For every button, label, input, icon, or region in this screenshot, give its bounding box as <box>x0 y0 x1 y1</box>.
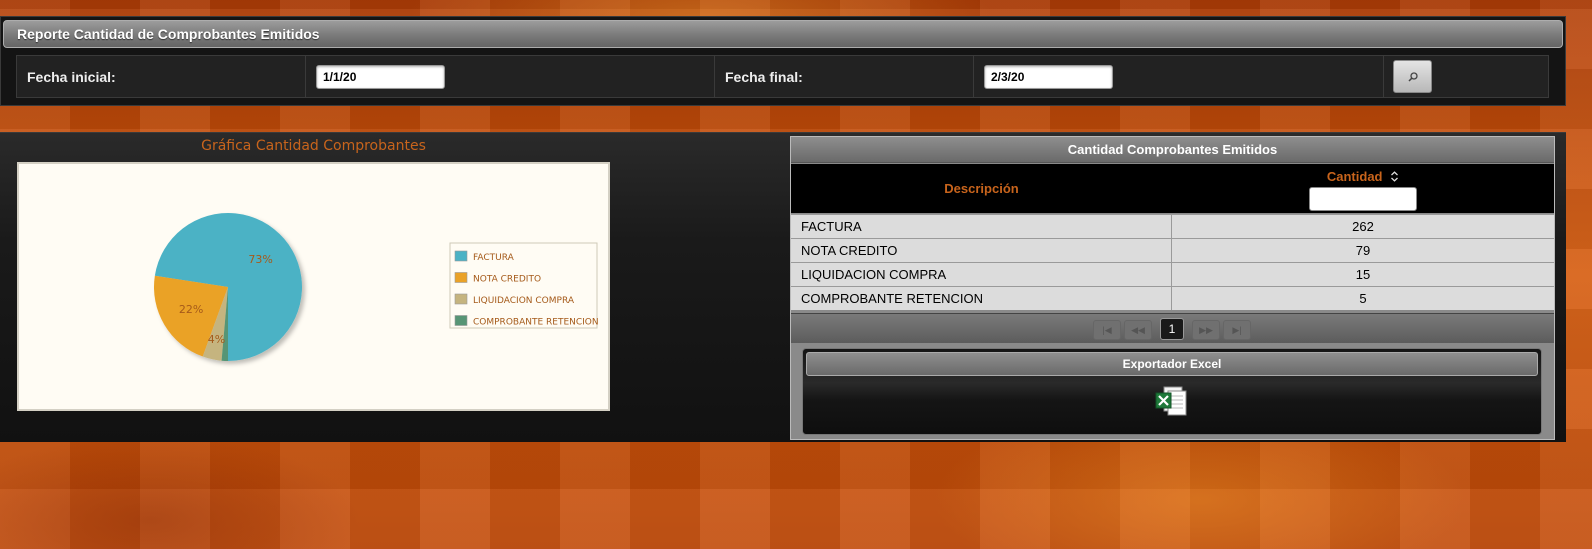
pie-slice-label: 22% <box>179 303 203 316</box>
export-title: Exportador Excel <box>806 352 1538 376</box>
legend-swatch <box>454 272 468 283</box>
pie-slice-label: 73% <box>248 253 272 266</box>
pie-slice-label: 4% <box>208 333 225 346</box>
export-panel: Exportador Excel <box>802 348 1542 435</box>
row-cantidad: 5 <box>1359 291 1367 306</box>
chart-title: Gráfica Cantidad Comprobantes <box>201 138 426 154</box>
fecha-final-label: Fecha final: <box>715 56 974 97</box>
table-title: Cantidad Comprobantes Emitidos <box>791 137 1554 163</box>
legend-label: COMPROBANTE RETENCION <box>473 318 599 328</box>
fecha-inicial-label: Fecha inicial: <box>17 56 306 97</box>
fecha-final-cell: 2/3/20 <box>974 56 1384 97</box>
row-descripcion: NOTA CREDITO <box>791 239 1172 262</box>
table-row[interactable]: LIQUIDACION COMPRA 15 <box>791 262 1554 286</box>
pager-page-1[interactable]: 1 <box>1160 318 1184 340</box>
main-panel: Gráfica Cantidad Comprobantes 73% 22% 4% F… <box>0 132 1566 442</box>
pager-first-button[interactable]: |◀ <box>1093 320 1121 340</box>
search-icon <box>1407 71 1418 82</box>
row-cantidad: 15 <box>1355 267 1371 282</box>
report-panel: Reporte Cantidad de Comprobantes Emitido… <box>0 16 1566 106</box>
excel-export-button[interactable] <box>1154 386 1188 423</box>
sort-icon[interactable] <box>1390 171 1399 182</box>
legend-label: LIQUIDACION COMPRA <box>473 296 575 306</box>
legend-label: NOTA CREDITO <box>473 275 541 285</box>
cantidad-header-label[interactable]: Cantidad <box>1327 169 1383 184</box>
pager-next-button[interactable]: ▶▶ <box>1192 320 1220 340</box>
legend-swatch <box>454 250 468 262</box>
table-panel: Cantidad Comprobantes Emitidos Descripci… <box>790 136 1555 440</box>
row-descripcion: COMPROBANTE RETENCION <box>791 287 1172 310</box>
legend-swatch <box>454 293 468 305</box>
legend-swatch <box>454 315 468 326</box>
table-row[interactable]: NOTA CREDITO 79 <box>791 238 1554 262</box>
chart-box: 73% 22% 4% FACTURA NOTA CREDITO LIQUIDACION … <box>17 162 610 411</box>
column-header-descripcion: Descripción <box>791 164 1172 213</box>
legend-label: FACTURA <box>473 253 515 263</box>
search-cell <box>1384 56 1548 97</box>
pie-chart: 73% 22% 4% FACTURA NOTA CREDITO LIQUIDACION … <box>154 213 599 361</box>
row-descripcion: FACTURA <box>791 215 1172 238</box>
row-cantidad: 79 <box>1355 243 1371 258</box>
fecha-inicial-cell: 1/1/20 <box>306 56 715 97</box>
pager-last-button[interactable]: ▶| <box>1223 320 1251 340</box>
filter-grid: Fecha inicial: 1/1/20 Fecha final: 2/3/2… <box>16 55 1549 98</box>
pager-prev-button[interactable]: ◀◀ <box>1124 320 1152 340</box>
fecha-inicial-input[interactable]: 1/1/20 <box>316 64 445 89</box>
search-button[interactable] <box>1393 60 1432 93</box>
row-descripcion: LIQUIDACION COMPRA <box>791 263 1172 286</box>
column-header-cantidad[interactable]: Cantidad <box>1172 164 1554 213</box>
paginator: |◀ ◀◀ 1 ▶▶ ▶| <box>791 313 1554 343</box>
table-row[interactable]: COMPROBANTE RETENCION 5 <box>791 286 1554 310</box>
table-row[interactable]: FACTURA 262 <box>791 214 1554 238</box>
cantidad-filter-input[interactable] <box>1309 187 1417 211</box>
fecha-final-input[interactable]: 2/3/20 <box>984 64 1113 89</box>
report-title: Reporte Cantidad de Comprobantes Emitido… <box>3 20 1563 48</box>
row-cantidad: 262 <box>1352 219 1374 234</box>
excel-icon <box>1155 386 1187 416</box>
